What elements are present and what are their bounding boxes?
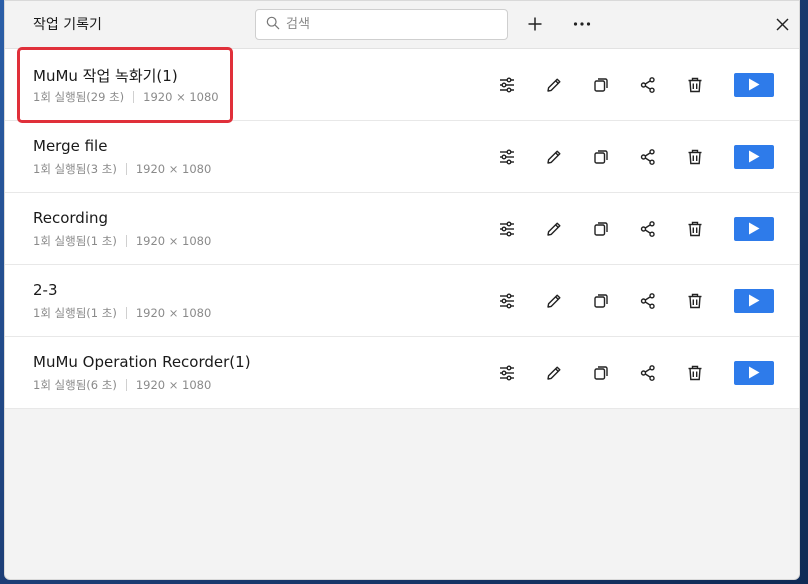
more-horizontal-icon[interactable] [568,10,596,38]
delete-trash-icon[interactable] [682,360,708,386]
edit-pencil-icon[interactable] [541,216,567,242]
meta-divider [133,91,135,103]
run-info: 1회 실행됨(6 초) [33,378,117,392]
run-info: 1회 실행됨(29 초) [33,90,125,104]
copy-icon[interactable] [588,216,614,242]
run-info: 1회 실행됨(3 초) [33,162,117,176]
recording-name: MuMu 작업 녹화기(1) [33,67,178,85]
row-actions [494,360,774,386]
run-info: 1회 실행됨(1 초) [33,234,117,248]
recording-meta: 1회 실행됨(1 초) 1920 × 1080 [33,305,211,321]
share-icon[interactable] [635,72,661,98]
copy-icon[interactable] [588,144,614,170]
run-info: 1회 실행됨(1 초) [33,306,117,320]
share-icon[interactable] [635,144,661,170]
list-item[interactable]: 2-3 1회 실행됨(1 초) 1920 × 1080 [5,265,799,337]
play-icon [748,364,760,383]
recording-name: Recording [33,209,109,227]
meta-divider [125,235,127,247]
meta-divider [125,307,127,319]
recording-meta: 1회 실행됨(29 초) 1920 × 1080 [33,89,219,105]
delete-trash-icon[interactable] [682,72,708,98]
play-button[interactable] [734,361,774,385]
play-button[interactable] [734,73,774,97]
play-icon [748,148,760,167]
resolution: 1920 × 1080 [135,234,212,248]
play-icon [748,292,760,311]
edit-pencil-icon[interactable] [541,288,567,314]
recorder-window: 작업 기록기 MuMu 작업 녹화기(1) 1회 실행됨(29 초) 1920 … [4,0,800,580]
share-icon[interactable] [635,360,661,386]
row-actions [494,144,774,170]
recording-name: MuMu Operation Recorder(1) [33,353,251,371]
resolution: 1920 × 1080 [143,90,219,104]
resolution: 1920 × 1080 [135,162,212,176]
settings-sliders-icon[interactable] [494,288,520,314]
search-input[interactable] [284,16,498,33]
recording-meta: 1회 실행됨(6 초) 1920 × 1080 [33,377,211,393]
play-icon [748,76,760,95]
row-actions [494,288,774,314]
edit-pencil-icon[interactable] [541,144,567,170]
edit-pencil-icon[interactable] [541,360,567,386]
list-item[interactable]: MuMu 작업 녹화기(1) 1회 실행됨(29 초) 1920 × 1080 [5,49,799,121]
recording-name: 2-3 [33,281,58,299]
meta-divider [125,163,127,175]
list-item[interactable]: Merge file 1회 실행됨(3 초) 1920 × 1080 [5,121,799,193]
search-icon [266,15,280,34]
row-actions [494,216,774,242]
list-item[interactable]: Recording 1회 실행됨(1 초) 1920 × 1080 [5,193,799,265]
share-icon[interactable] [635,288,661,314]
resolution: 1920 × 1080 [135,306,212,320]
copy-icon[interactable] [588,288,614,314]
play-button[interactable] [734,145,774,169]
delete-trash-icon[interactable] [682,144,708,170]
settings-sliders-icon[interactable] [494,144,520,170]
delete-trash-icon[interactable] [682,216,708,242]
close-icon[interactable] [768,10,796,38]
copy-icon[interactable] [588,360,614,386]
row-actions [494,72,774,98]
copy-icon[interactable] [588,72,614,98]
window-title: 작업 기록기 [33,17,102,33]
recording-meta: 1회 실행됨(3 초) 1920 × 1080 [33,161,211,177]
settings-sliders-icon[interactable] [494,360,520,386]
delete-trash-icon[interactable] [682,288,708,314]
settings-sliders-icon[interactable] [494,72,520,98]
recordings-list: MuMu 작업 녹화기(1) 1회 실행됨(29 초) 1920 × 1080 … [5,48,799,409]
settings-sliders-icon[interactable] [494,216,520,242]
recording-name: Merge file [33,137,108,155]
play-button[interactable] [734,289,774,313]
title-bar: 작업 기록기 [5,1,799,47]
list-item[interactable]: MuMu Operation Recorder(1) 1회 실행됨(6 초) 1… [5,337,799,409]
play-icon [748,220,760,239]
search-box[interactable] [255,9,508,40]
edit-pencil-icon[interactable] [541,72,567,98]
share-icon[interactable] [635,216,661,242]
plus-icon[interactable] [521,10,549,38]
recording-meta: 1회 실행됨(1 초) 1920 × 1080 [33,233,211,249]
resolution: 1920 × 1080 [135,378,212,392]
meta-divider [125,379,127,391]
play-button[interactable] [734,217,774,241]
